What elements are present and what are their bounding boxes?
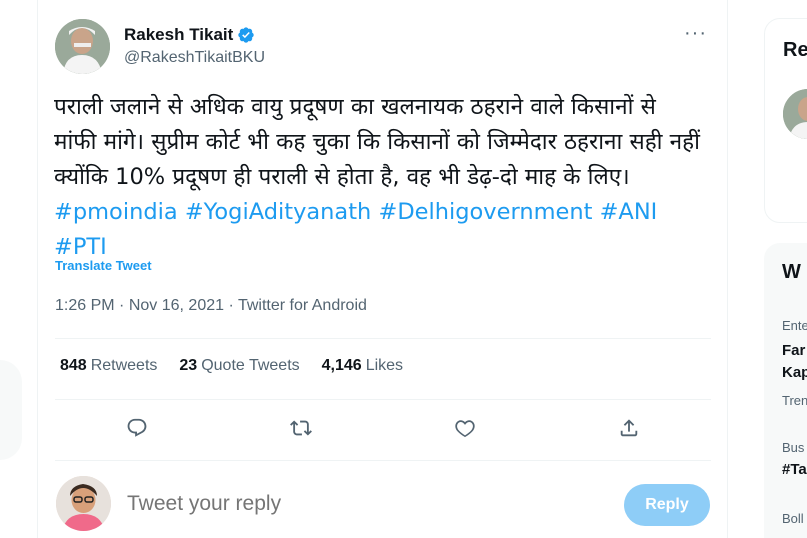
divider (55, 338, 711, 339)
trend-category: Ente (782, 318, 807, 333)
author-display-name[interactable]: Rakesh Tikait (124, 25, 233, 45)
likes-count: 4,146 (321, 357, 362, 374)
whats-happening-card: W Ente Far Kap Tren Bus #Ta Boll (764, 243, 807, 538)
relevant-people-card: Re (764, 18, 807, 223)
likes-stat[interactable]: 4,146 Likes (322, 357, 403, 375)
relevant-people-title: Re (783, 39, 807, 61)
translate-tweet-link[interactable]: Translate Tweet (55, 258, 152, 273)
current-user-avatar[interactable] (56, 476, 111, 531)
reply-input[interactable] (127, 492, 527, 516)
divider (55, 399, 711, 400)
like-icon[interactable] (445, 408, 485, 448)
trend-footer: Tren (782, 393, 807, 408)
tweet-date[interactable]: Nov 16, 2021 (129, 297, 224, 314)
meta-separator: · (119, 297, 125, 314)
trend-category: Bus (782, 440, 805, 455)
retweets-stat[interactable]: 848 Retweets (60, 357, 157, 375)
tweet-author: Rakesh Tikait @RakeshTikaitBKU (55, 18, 265, 74)
verified-badge-icon (238, 27, 254, 43)
tweet-meta: 1:26 PM · Nov 16, 2021 · Twitter for And… (55, 297, 367, 315)
tweet-actions (55, 408, 711, 448)
reply-composer: Reply (55, 474, 711, 534)
meta-separator: · (228, 297, 234, 314)
relevant-person-avatar[interactable] (783, 89, 807, 139)
trend-category: Boll (782, 511, 804, 526)
more-options-icon[interactable]: ··· (684, 22, 707, 45)
trend-title[interactable]: #Ta (782, 461, 807, 478)
tweet-stats: 848 Retweets 23 Quote Tweets 4,146 Likes (60, 357, 425, 375)
left-nav-edge (0, 360, 22, 460)
author-handle[interactable]: @RakeshTikaitBKU (124, 49, 265, 67)
quote-tweets-count: 23 (179, 357, 198, 374)
author-names: Rakesh Tikait @RakeshTikaitBKU (124, 25, 265, 67)
likes-label: Likes (365, 357, 404, 374)
hashtag-link[interactable]: #Delhigovernment (378, 199, 592, 225)
tweet-detail-column: Rakesh Tikait @RakeshTikaitBKU ··· पराली… (37, 0, 728, 538)
trend-title[interactable]: Kap (782, 364, 807, 381)
retweets-label: Retweets (90, 357, 158, 374)
quote-tweets-stat[interactable]: 23 Quote Tweets (179, 357, 299, 375)
quote-tweets-label: Quote Tweets (201, 357, 300, 374)
retweets-count: 848 (60, 357, 87, 374)
hashtag-link[interactable]: #PTI (54, 234, 107, 260)
hashtag-link[interactable]: #pmoindia (54, 199, 178, 225)
hashtag-link[interactable]: #YogiAdityanath (185, 199, 372, 225)
retweet-icon[interactable] (281, 408, 321, 448)
tweet-body: पराली जलाने से अधिक वायु प्रदूषण का खलना… (54, 90, 704, 265)
reply-button[interactable]: Reply (624, 484, 710, 526)
tweet-time[interactable]: 1:26 PM (55, 297, 115, 314)
trend-title[interactable]: Far (782, 342, 805, 359)
reply-icon[interactable] (117, 408, 157, 448)
tweet-source[interactable]: Twitter for Android (238, 297, 367, 314)
divider (55, 460, 711, 461)
whats-happening-title: W (782, 261, 801, 283)
tweet-text: पराली जलाने से अधिक वायु प्रदूषण का खलना… (54, 94, 700, 190)
hashtag-link[interactable]: #ANI (600, 199, 658, 225)
share-icon[interactable] (609, 408, 649, 448)
author-avatar[interactable] (55, 18, 110, 74)
